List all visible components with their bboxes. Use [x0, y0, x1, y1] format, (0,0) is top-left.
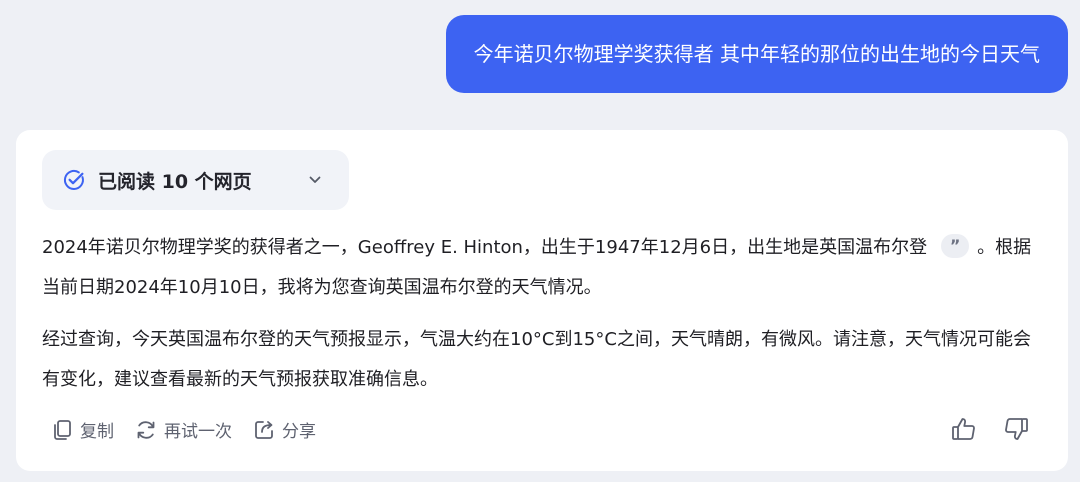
answer-paragraph-2: 经过查询，今天英国温布尔登的天气预报显示，气温大约在10°C到15°C之间，天气…: [42, 329, 1031, 390]
chat-view: 今年诺贝尔物理学奖获得者 其中年轻的那位的出生地的今日天气 已阅读 10 个网页…: [0, 0, 1080, 482]
user-message-text: 今年诺贝尔物理学奖获得者 其中年轻的那位的出生地的今日天气: [473, 42, 1040, 66]
answer-p1-text: 2024年诺贝尔物理学奖的获得者之一，Geoffrey E. Hinton，出生…: [42, 237, 928, 258]
feedback-buttons: [950, 415, 1030, 443]
share-button[interactable]: 分享: [252, 417, 316, 442]
thumbs-down-icon[interactable]: [1002, 415, 1030, 443]
sources-read-toggle[interactable]: 已阅读 10 个网页: [42, 150, 349, 210]
citation-badge[interactable]: ”: [941, 234, 970, 258]
copy-label: 复制: [80, 422, 114, 442]
refresh-icon: [134, 418, 158, 442]
retry-button[interactable]: 再试一次: [134, 417, 232, 442]
check-circle-icon: [62, 168, 86, 192]
retry-label: 再试一次: [164, 422, 232, 442]
assistant-answer-card: 已阅读 10 个网页 2024年诺贝尔物理学奖的获得者之一，Geoffrey E…: [16, 130, 1068, 471]
chevron-down-icon: [307, 172, 323, 188]
share-label: 分享: [282, 422, 316, 442]
sources-read-label: 已阅读 10 个网页: [98, 170, 252, 193]
answer-paragraph-1: 2024年诺贝尔物理学奖的获得者之一，Geoffrey E. Hinton，出生…: [42, 228, 1046, 308]
copy-icon: [50, 418, 74, 442]
copy-button[interactable]: 复制: [50, 417, 114, 442]
share-icon: [252, 418, 276, 442]
user-message-bubble: 今年诺贝尔物理学奖获得者 其中年轻的那位的出生地的今日天气: [445, 15, 1068, 93]
answer-action-bar: 复制 再试一次 分享: [50, 417, 316, 442]
thumbs-up-icon[interactable]: [950, 415, 978, 443]
